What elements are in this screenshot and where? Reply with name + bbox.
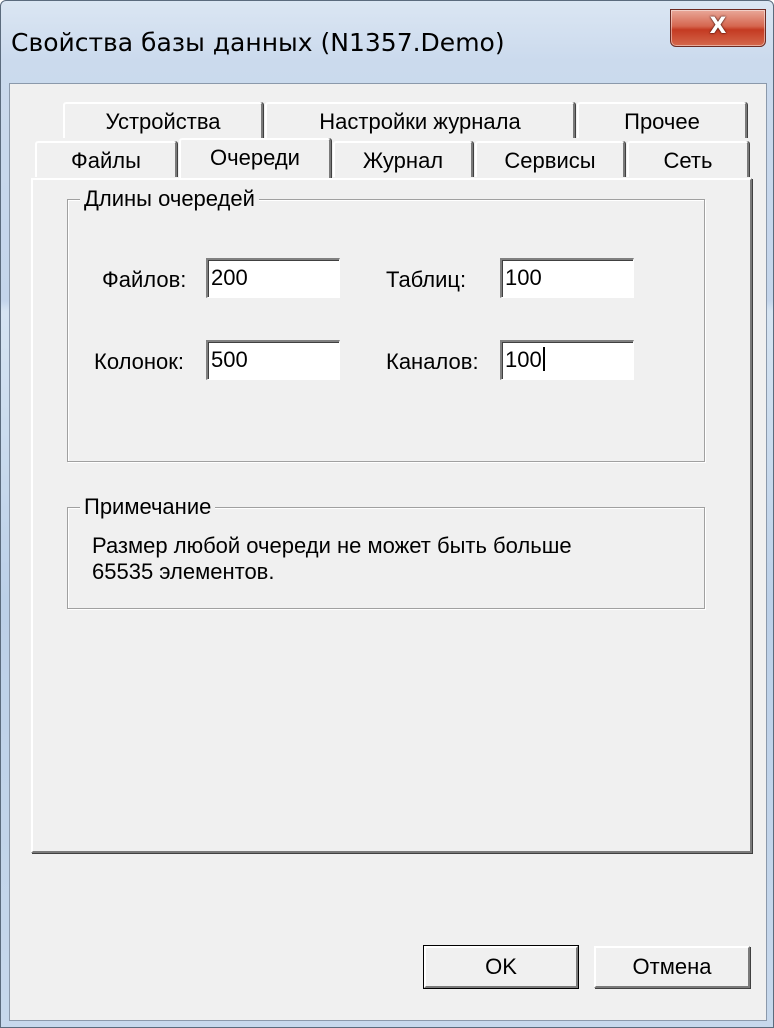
tab-panel-queues: Длины очередей Файлов: 200 Таблиц: 100 К… [31,178,752,853]
columns-queue-input[interactable]: 500 [206,340,340,380]
tab-journal[interactable]: Журнал [333,141,473,177]
dialog-window: Свойства базы данных (N1357.Demo) X Устр… [0,0,774,1028]
tab-network[interactable]: Сеть [627,141,749,177]
close-button[interactable]: X [670,9,766,47]
tables-label: Таблиц: [386,267,467,292]
tab-label: Устройства [105,109,221,134]
tab-files[interactable]: Файлы [35,141,177,177]
tab-label: Файлы [71,148,141,173]
tab-label: Сеть [663,148,713,173]
cancel-button[interactable]: Отмена [594,946,750,988]
field-value: 500 [211,347,248,372]
field-value: 100 [505,347,542,372]
queue-lengths-group: Длины очередей Файлов: 200 Таблиц: 100 К… [67,187,705,462]
field-value: 100 [505,265,542,290]
field-value: 200 [211,265,248,290]
tab-label: Настройки журнала [319,109,521,134]
title-bar[interactable]: Свойства базы данных (N1357.Demo) X [1,1,773,83]
button-label: Отмена [632,954,712,979]
tab-label: Журнал [362,148,444,173]
tab-label: Сервисы [504,148,596,173]
group-legend: Примечание [80,495,216,519]
group-legend: Длины очередей [80,187,259,211]
tab-queues[interactable]: Очереди [179,138,331,178]
tab-other[interactable]: Прочее [577,102,747,138]
channels-label: Каналов: [386,349,479,374]
close-icon: X [709,14,727,39]
channels-queue-input[interactable]: 100 [500,340,634,380]
button-label: OK [485,954,517,979]
tab-services[interactable]: Сервисы [475,141,625,177]
tab-label: Прочее [624,109,700,134]
tab-label: Очереди [210,145,300,170]
files-label: Файлов: [102,267,187,292]
files-queue-input[interactable]: 200 [206,258,340,298]
ok-button[interactable]: OK [423,945,579,989]
tab-devices[interactable]: Устройства [63,102,263,138]
note-text: Размер любой очереди не может быть больш… [92,533,572,584]
text-caret [542,347,545,371]
columns-label: Колонок: [94,349,185,374]
tab-log-settings[interactable]: Настройки журнала [265,102,575,138]
tables-queue-input[interactable]: 100 [500,258,634,298]
note-group: Примечание Размер любой очереди не может… [67,495,705,609]
window-title: Свойства базы данных (N1357.Demo) [11,28,505,57]
